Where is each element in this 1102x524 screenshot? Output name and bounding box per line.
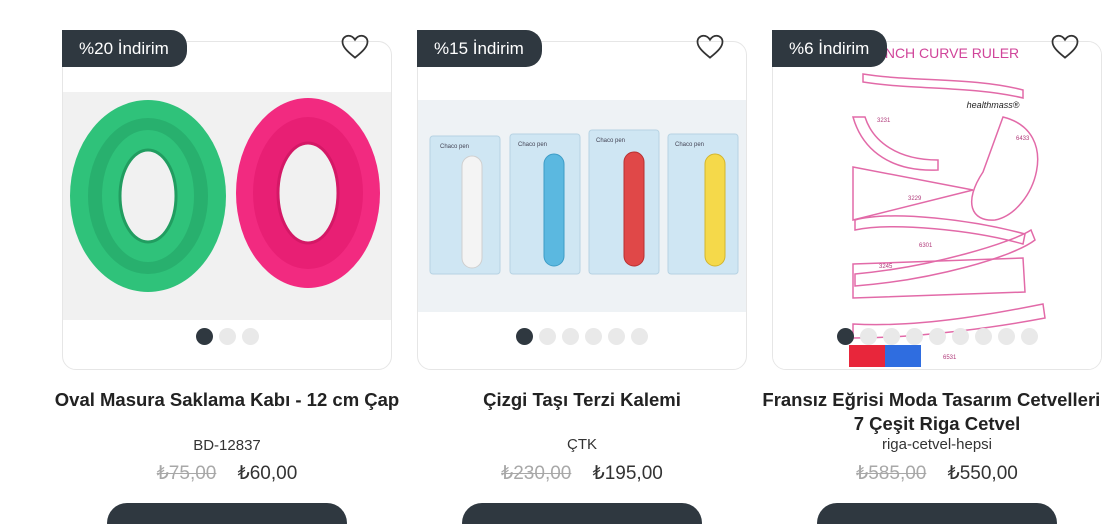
image-pagination: [773, 328, 1101, 345]
discount-badge: %20 İndirim: [62, 30, 187, 67]
image-pagination: [418, 328, 746, 345]
pagination-dot[interactable]: [836, 328, 854, 345]
pagination-dot[interactable]: [928, 328, 946, 345]
sale-price: ₺550,00: [947, 463, 1018, 484]
price-row: ₺585,00 ₺550,00: [772, 462, 1102, 485]
add-to-cart-button[interactable]: [462, 503, 702, 524]
package-label: Chaco pen: [440, 144, 469, 150]
pagination-dot[interactable]: [882, 328, 900, 345]
heart-icon[interactable]: [1050, 32, 1080, 62]
product-image-carousel[interactable]: Chaco pen Chaco pen Chaco pen Chaco pen: [417, 41, 747, 370]
package-label: Chaco pen: [596, 138, 625, 144]
price-row: ₺75,00 ₺60,00: [62, 462, 392, 485]
add-to-cart-button[interactable]: [107, 503, 347, 524]
product-card[interactable]: Chaco pen Chaco pen Chaco pen Chaco pen: [417, 0, 747, 524]
pagination-dot[interactable]: [218, 328, 236, 345]
product-image-carousel[interactable]: [62, 41, 392, 370]
package-label: Chaco pen: [518, 142, 547, 148]
pagination-dot[interactable]: [631, 328, 648, 345]
sale-price: ₺195,00: [592, 463, 663, 484]
oval-bobbin-case-image: [70, 98, 380, 292]
product-card[interactable]: FRENCH CURVE RULER healthmass® 3231 6433…: [762, 0, 1102, 524]
pagination-dot[interactable]: [859, 328, 877, 345]
pagination-dot[interactable]: [608, 328, 625, 345]
pagination-dot[interactable]: [562, 328, 579, 345]
ruler-number: 6433: [1016, 136, 1030, 142]
price-row: ₺230,00 ₺195,00: [417, 462, 747, 485]
product-sku: BD-12837: [193, 437, 261, 454]
pagination-dot[interactable]: [516, 328, 533, 345]
product-image[interactable]: [63, 92, 391, 320]
chalk-pen-packages-image: Chaco pen Chaco pen Chaco pen Chaco pen: [429, 129, 739, 275]
old-price: ₺585,00: [856, 463, 927, 484]
pagination-dot[interactable]: [951, 328, 969, 345]
ruler-number: 3231: [877, 118, 891, 124]
pagination-dot[interactable]: [905, 328, 923, 345]
pagination-dot[interactable]: [539, 328, 556, 345]
sale-price: ₺60,00: [237, 463, 298, 484]
product-sku: ÇTK: [567, 436, 597, 453]
ruler-number: 3229: [908, 196, 922, 202]
ruler-number: 6531: [943, 355, 957, 361]
pagination-dot[interactable]: [241, 328, 259, 345]
old-price: ₺230,00: [501, 463, 572, 484]
pagination-dot[interactable]: [1020, 328, 1038, 345]
product-title[interactable]: Çizgi Taşı Terzi Kalemi: [407, 388, 757, 412]
pagination-dot[interactable]: [195, 328, 213, 345]
product-title[interactable]: Oval Masura Saklama Kabı - 12 cm Çap: [52, 388, 402, 412]
product-image[interactable]: FRENCH CURVE RULER healthmass® 3231 6433…: [773, 42, 1101, 369]
image-brand: healthmass®: [967, 100, 1020, 110]
french-curve-ruler-image: FRENCH CURVE RULER healthmass® 3231 6433…: [849, 45, 1046, 367]
discount-badge: %15 İndirim: [417, 30, 542, 67]
discount-badge: %6 İndirim: [772, 30, 888, 67]
image-pagination: [63, 328, 391, 345]
product-title[interactable]: Fransız Eğrisi Moda Tasarım Cetvelleri -…: [762, 388, 1102, 436]
heart-icon[interactable]: [695, 32, 725, 62]
package-label: Chaco pen: [675, 142, 704, 148]
ruler-number: 3245: [879, 264, 893, 270]
product-sku: riga-cetvel-hepsi: [881, 436, 993, 453]
pagination-dot[interactable]: [585, 328, 602, 345]
product-image-carousel[interactable]: FRENCH CURVE RULER healthmass® 3231 6433…: [772, 41, 1102, 370]
ruler-number: 6301: [919, 243, 933, 249]
add-to-cart-button[interactable]: [817, 503, 1057, 524]
product-image[interactable]: Chaco pen Chaco pen Chaco pen Chaco pen: [418, 100, 746, 312]
product-card[interactable]: %20 İndirim Oval Masura Saklama Kabı - 1…: [55, 0, 399, 524]
pagination-dot[interactable]: [974, 328, 992, 345]
old-price: ₺75,00: [156, 463, 217, 484]
heart-icon[interactable]: [340, 32, 370, 62]
pagination-dot[interactable]: [997, 328, 1015, 345]
